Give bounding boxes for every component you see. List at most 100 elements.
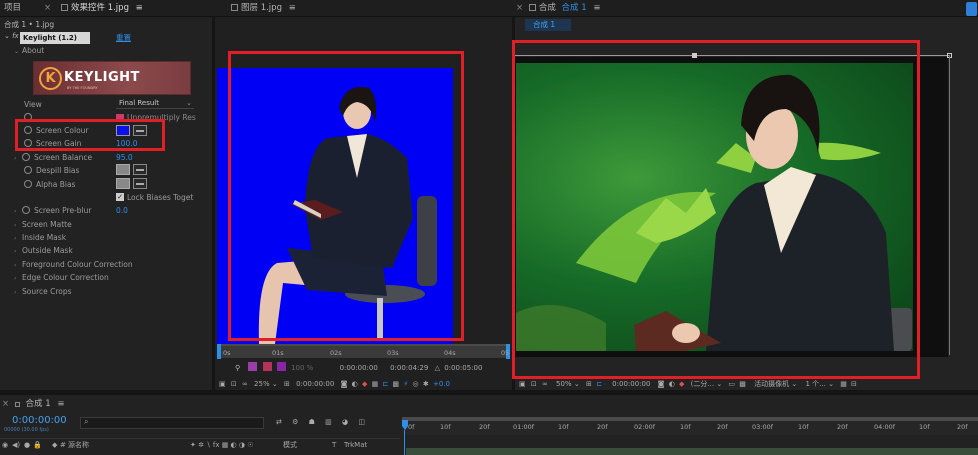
screen-balance-value[interactable]: 95.0 [116,151,133,164]
grid-icon[interactable]: ▦ [840,380,847,388]
panel-menu-icon[interactable]: ≡ [136,3,143,13]
fx-icon[interactable]: ⌄ fx [4,32,19,40]
walk-icon[interactable]: ⚲ [235,364,240,372]
tab-close-x[interactable]: × [44,0,51,16]
comp-views-dropdown[interactable]: 1 个... [805,380,825,388]
panel-lock-icon[interactable] [528,4,536,11]
screen-preblur-row[interactable]: › Screen Pre-blur [14,204,91,217]
tab-close-x[interactable]: × [516,3,523,13]
transparency-icon[interactable]: ▩ [739,380,746,388]
render-icon[interactable]: ▣ [219,380,226,388]
tab-layer[interactable]: 图层 1.jpg ≡ [228,0,296,16]
comp-resolution-dropdown[interactable]: (二分... [691,380,714,388]
tab-project[interactable]: 项目 [4,0,21,16]
timeline-timecode[interactable]: 0:00:00:00 [12,415,67,426]
group-screen-matte[interactable]: › Screen Matte [14,218,72,231]
tab-composition[interactable]: × 合成 合成 1 ≡ [516,0,601,16]
stopwatch-icon[interactable] [22,206,30,214]
comp-mini-flowchart-icon[interactable]: ⇄ [276,418,282,426]
shy-icon[interactable]: ☗ [309,418,315,426]
eyedropper-icon[interactable] [133,178,147,189]
col-source-name[interactable]: 源名称 [68,439,89,451]
layer-duration-bar[interactable] [406,448,978,455]
frame-blend-icon[interactable]: ▥ [325,418,332,426]
fit-icon[interactable]: ⊞ [284,380,290,388]
layer-in-point[interactable] [217,344,221,359]
lock-icon[interactable]: 🔒 [33,439,42,451]
label-icon[interactable]: ◆ [52,439,57,451]
tab-close-x[interactable]: × [2,399,9,409]
alpha-bias-swatch[interactable] [116,178,130,189]
panel-lock-icon[interactable] [14,402,20,407]
layer-time-left[interactable]: 0:00:00:00 [340,364,378,372]
effect-header-row[interactable]: ⌄ fx Keylight (1.2) 重置 [0,32,212,44]
group-outside-mask[interactable]: › Outside Mask [14,244,73,257]
panel-menu-icon[interactable]: ≡ [593,3,600,13]
layer-time-ruler[interactable]: 0s 01s 02s 03s 04s 05 [217,344,510,359]
mask-icon[interactable]: ∞ [242,380,248,388]
transparency-icon[interactable]: ▩ [393,380,400,388]
show-snapshot-icon[interactable]: ◐ [669,380,675,388]
eyedropper-icon[interactable] [133,164,147,175]
solo-icon[interactable]: ● [24,439,30,451]
group-inside-mask[interactable]: › Inside Mask [14,231,66,244]
timeline-ruler[interactable]: 0f 10f 20f 01:00f 10f 20f 02:00f 10f 20f… [402,421,978,435]
panel-menu-icon[interactable]: ≡ [57,399,64,409]
region-of-interest-icon[interactable]: ▭ [728,380,735,388]
exposure-value[interactable]: +0.0 [433,380,450,388]
lock-biases-checkbox[interactable]: ✓ [116,193,124,201]
stopwatch-icon[interactable] [24,166,32,174]
reset-exposure-icon[interactable]: ◎ [413,380,419,388]
monitor-icon[interactable]: ⊡ [531,380,537,388]
layer-time-end[interactable]: 0:00:05:00 [444,364,482,372]
show-snapshot-icon[interactable]: ◐ [352,380,358,388]
stopwatch-icon[interactable] [24,180,32,188]
col-t[interactable]: T [332,439,336,451]
layer-zoom-dropdown[interactable]: 25% [254,380,270,388]
reset-link[interactable]: 重置 [116,32,131,43]
panel-menu-icon[interactable]: ≡ [289,3,296,13]
comp-camera-dropdown[interactable]: 活动摄像机 [754,380,789,388]
out-point-icon[interactable] [262,362,272,371]
monitor-icon[interactable]: ⊡ [231,380,237,388]
about-group[interactable]: ⌄ About [14,44,44,57]
timeline-search-input[interactable]: ⌕ [80,417,264,429]
stopwatch-icon[interactable] [22,153,30,161]
view-dropdown[interactable]: Final Result ⌄ [116,98,194,109]
comp-subtab[interactable]: 合成 1 [525,19,571,31]
camera-icon[interactable]: ◙ [658,380,665,388]
timeline-tab[interactable]: × 合成 1 ≡ [2,396,64,412]
mask-icon[interactable]: ∞ [542,380,548,388]
region-icon[interactable]: ⊏ [596,380,602,388]
panel-lock-icon[interactable] [61,4,68,11]
in-point-icon[interactable] [248,362,258,371]
comp-current-time[interactable]: 0:00:00:00 [612,380,650,388]
screen-preblur-value[interactable]: 0.0 [116,204,128,217]
panel-lock-icon[interactable] [231,4,238,11]
layer-time-right[interactable]: 0:00:04:29 [390,364,428,372]
graph-editor-icon[interactable]: ◫ [358,418,365,426]
eye-icon[interactable]: ◉ [2,439,8,451]
camera-icon[interactable]: ◙ [341,380,348,388]
channel-icon[interactable]: ◆ [679,380,684,388]
audio-icon[interactable]: ◀) [12,439,20,451]
col-mode[interactable]: 模式 [283,439,297,451]
channel-icon[interactable]: ◆ [362,380,367,388]
group-edge-colour-correction[interactable]: › Edge Colour Correction [14,271,109,284]
despill-bias-swatch[interactable] [116,164,130,175]
region-icon[interactable]: ⊏ [382,380,388,388]
group-fg-colour-correction[interactable]: › Foreground Colour Correction [14,258,133,271]
tab-effect-controls[interactable]: 效果控件 1.jpg ≡ [58,0,143,16]
motion-blur-icon[interactable]: ◕ [342,418,348,426]
right-edge-scroll-tab[interactable] [966,2,977,16]
col-trkmat[interactable]: TrkMat [344,439,367,451]
draft-3d-icon[interactable]: ⚙ [292,418,298,426]
grid-icon[interactable]: ▦ [372,380,379,388]
group-source-crops[interactable]: › Source Crops [14,285,72,298]
flowchart-icon[interactable]: ⊟ [851,380,857,388]
screen-balance-row[interactable]: › Screen Balance [14,151,92,164]
exposure-icon[interactable]: ✱ [423,380,429,388]
fit-icon[interactable]: ⊞ [586,380,592,388]
fast-preview-icon[interactable]: ⚡ [403,380,408,388]
render-icon[interactable]: ▣ [519,380,526,388]
